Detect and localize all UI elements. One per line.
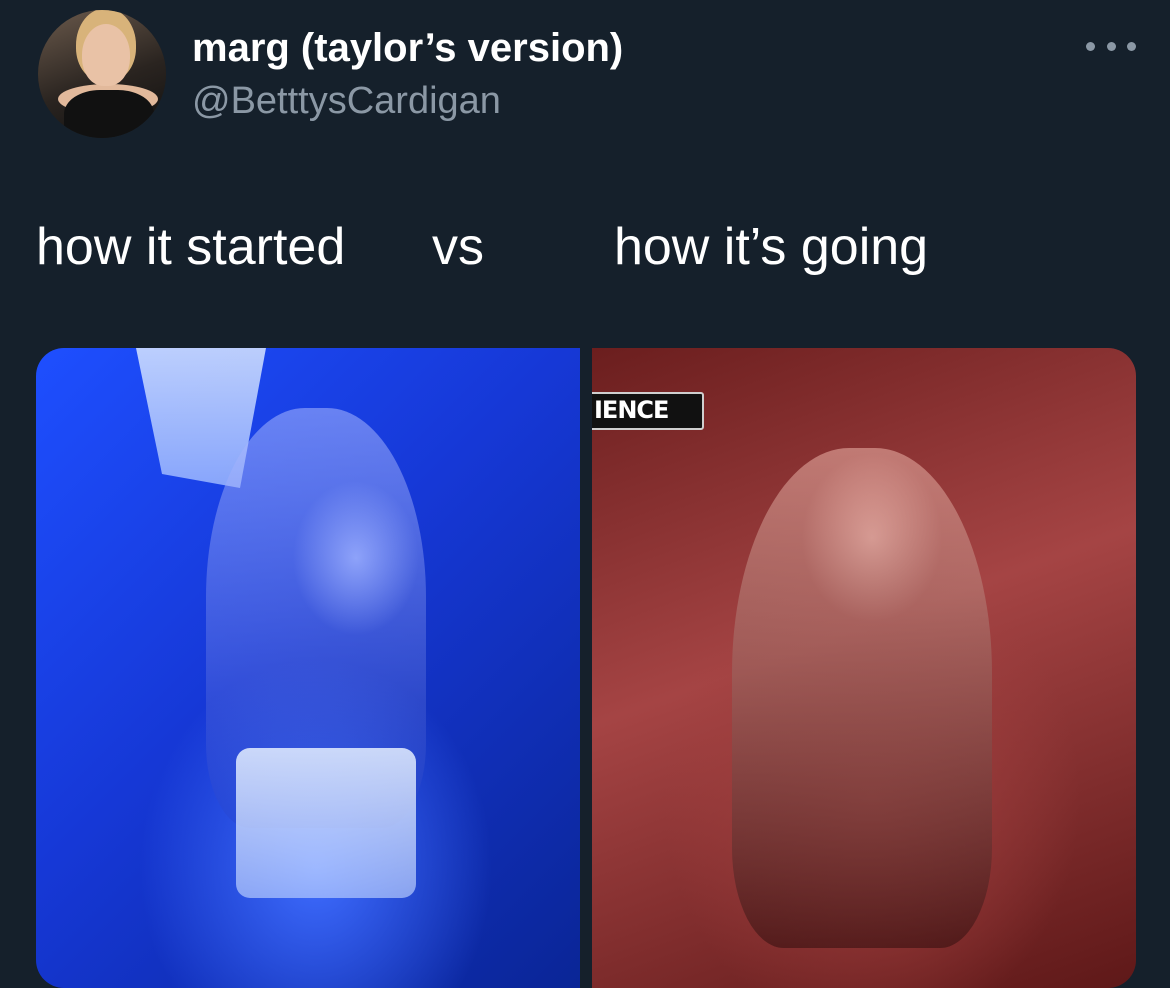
image-detail-person bbox=[732, 448, 992, 948]
broadcast-caption: IENCE bbox=[592, 392, 705, 430]
image-detail-cups bbox=[236, 748, 416, 898]
tweet-media[interactable]: IENCE bbox=[36, 348, 1136, 988]
tweet-text: how it started vs how it’s going bbox=[36, 218, 929, 276]
media-image-left[interactable] bbox=[36, 348, 580, 988]
author-handle[interactable]: @BetttysCardigan bbox=[192, 78, 501, 124]
media-image-right[interactable]: IENCE bbox=[592, 348, 1136, 988]
more-horizontal-icon[interactable] bbox=[1086, 34, 1136, 58]
author-display-name[interactable]: marg (taylor’s version) bbox=[192, 24, 623, 72]
avatar[interactable] bbox=[38, 10, 166, 138]
